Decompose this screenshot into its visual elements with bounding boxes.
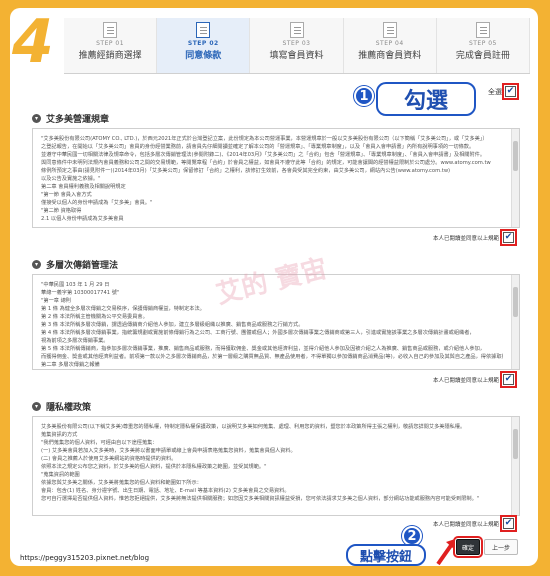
step-number: STEP 02 bbox=[187, 40, 219, 47]
scrollbar[interactable] bbox=[511, 417, 519, 515]
step-1: STEP 01 推薦經銷商選擇 bbox=[64, 18, 158, 73]
document-icon bbox=[196, 22, 211, 38]
agree-label: 本人已閱讀並同意以上規範 bbox=[432, 521, 499, 528]
text-line: 艾多美股份有限公司(以下稱艾多美)尊重您的隱私權，特制定隱私權保護政策，以說明艾… bbox=[41, 424, 466, 430]
section-title-operating-rules[interactable]: ▾ 艾多美營運規章 bbox=[32, 112, 109, 125]
select-all-checkbox[interactable]: ✔ bbox=[502, 83, 519, 100]
scrollbar[interactable] bbox=[511, 275, 519, 369]
text-line: 以及公告及實施之依據。" bbox=[41, 176, 101, 182]
agree-checkbox[interactable]: ✔ bbox=[500, 229, 517, 246]
blog-url: https://peggy315203.pixnet.net/blog bbox=[20, 554, 150, 562]
text-line: 之登記報告，在開始以「艾多美公司」會員的身份經營業務前，請會員先仔細閱讀並確定了… bbox=[41, 144, 475, 150]
text-line: "我們蒐集您的個人資料，可經由自以下途徑蒐集： bbox=[41, 440, 158, 446]
document-icon bbox=[475, 22, 490, 38]
select-all-label: 全選 bbox=[488, 87, 502, 96]
document-icon bbox=[289, 22, 304, 38]
agree-privacy[interactable]: 本人已閱讀並同意以上規範 ✔ bbox=[432, 515, 517, 532]
agree-checkbox[interactable]: ✔ bbox=[500, 371, 517, 388]
text-line: 依據您與艾多美之關係，艾多美將蒐集您的個人資料和範圍如下所示： bbox=[41, 480, 202, 486]
section-title-text: 隱私權政策 bbox=[46, 403, 92, 413]
section-title-mlm-law[interactable]: ▾ 多層次傳銷管理法 bbox=[32, 258, 118, 271]
text-line: 與同意條件中未明列法規內會員義務和公司之間的交易規範，等閱覽章程「合約」於會員之… bbox=[41, 160, 491, 166]
select-all-control[interactable]: 全選 ✔ bbox=[488, 83, 519, 100]
text-line: "第一節 會員入會方式 bbox=[41, 192, 92, 198]
step-number-overlay: 4 bbox=[12, 8, 54, 77]
text-line: 蒐集資訊的方式 bbox=[41, 432, 78, 438]
text-line: 依照本法之規定公布您之資料，於艾多美的個人資料，提供於本隱私權政策之範圍，並受其… bbox=[41, 464, 267, 470]
text-line: "蒐集資訊的範圍 bbox=[41, 472, 80, 478]
privacy-textbox[interactable]: 艾多美股份有限公司(以下稱艾多美)尊重您的隱私權，特制定隱私權保護政策，以說明艾… bbox=[32, 416, 520, 516]
red-arrow-icon bbox=[436, 539, 455, 566]
agree-checkbox[interactable]: ✔ bbox=[500, 515, 517, 532]
text-line: 2.1 以個人身份申請成為艾多美會員 bbox=[41, 216, 124, 222]
chevron-down-icon: ▾ bbox=[32, 114, 41, 123]
annotation-badge-1: 1 bbox=[354, 86, 374, 106]
step-label: 填寫會員資料 bbox=[269, 51, 324, 61]
step-progress-bar: STEP 01 推薦經銷商選擇 STEP 02 同意條款 STEP 03 填寫會… bbox=[64, 18, 531, 74]
section-title-text: 多層次傳銷管理法 bbox=[46, 261, 119, 271]
step-number: STEP 01 bbox=[96, 40, 125, 47]
text-line: "艾多美股份有限公司(ATOMY CO., LTD.)，於西元2021年正式於台… bbox=[41, 136, 488, 142]
page-frame: 4 STEP 01 推薦經銷商選擇 STEP 02 同意條款 STEP 03 填… bbox=[10, 8, 538, 566]
step-label: 完成會員註冊 bbox=[455, 51, 510, 61]
annotation-callout-click: 點擊按鈕 bbox=[346, 544, 426, 566]
section-title-privacy[interactable]: ▾ 隱私權政策 bbox=[32, 400, 91, 413]
step-number: STEP 05 bbox=[468, 40, 497, 47]
text-line: 僅接受以個人的身份申請成為「艾多美」會員。" bbox=[41, 200, 153, 206]
scrollbar[interactable] bbox=[511, 129, 519, 227]
annotation-badge-2: 2 bbox=[402, 526, 422, 546]
text-line: 會員：包含(1) 姓名、身分證字號、出生日期、電話、地址、E-mail 等基本資… bbox=[41, 488, 290, 494]
step-label: 推薦經銷商選擇 bbox=[78, 51, 142, 61]
operating-rules-textbox[interactable]: "艾多美股份有限公司(ATOMY CO., LTD.)，於西元2021年正式於台… bbox=[32, 128, 520, 228]
step-number: STEP 04 bbox=[375, 40, 404, 47]
agree-label: 本人已閱讀並同意以上規範 bbox=[432, 377, 499, 384]
step-label: 同意條款 bbox=[185, 51, 222, 61]
step-5: STEP 05 完成會員註冊 bbox=[436, 18, 531, 73]
chevron-down-icon: ▾ bbox=[32, 260, 41, 269]
text-line: (一) 艾多美會員若加入艾多美時，艾多美將以書面申請單或線上會員申請表格蒐集您資… bbox=[41, 448, 296, 454]
text-line: (二) 會員之推薦人於使用艾多美網站的資格時提供的資料。 bbox=[41, 456, 177, 462]
agree-operating-rules[interactable]: 本人已閱讀並同意以上規範 ✔ bbox=[432, 229, 517, 246]
step-number: STEP 03 bbox=[282, 40, 311, 47]
text-line: 第二章 會員權利義務及相關說明規定 bbox=[41, 184, 126, 190]
section-title-text: 艾多美營運規章 bbox=[46, 115, 110, 125]
text-line: "第二節 資格取得 bbox=[41, 208, 82, 214]
chevron-down-icon: ▾ bbox=[32, 402, 41, 411]
agree-mlm-law[interactable]: 本人已閱讀並同意以上規範 ✔ bbox=[432, 371, 517, 388]
agree-label: 本人已閱讀並同意以上規範 bbox=[432, 235, 499, 242]
step-3: STEP 03 填寫會員資料 bbox=[250, 18, 344, 73]
confirm-button[interactable]: 確定 bbox=[453, 536, 483, 558]
document-icon bbox=[382, 22, 397, 38]
annotation-callout-check: 勾選 bbox=[376, 82, 476, 116]
document-icon bbox=[103, 22, 118, 38]
step-2: STEP 02 同意條款 bbox=[157, 18, 251, 73]
text-line: 您可自行選擇是否提供個人資料，惟若您拒絕提供，艾多美將無法提供相關服務；如您因艾… bbox=[41, 496, 480, 502]
step-4: STEP 04 推薦商會員資料 bbox=[343, 18, 437, 73]
step-label: 推薦商會員資料 bbox=[358, 51, 422, 61]
previous-step-button[interactable]: 上一步 bbox=[484, 539, 518, 555]
text-line: 條例所預定之事由(請見附件一)(2014年03月)「艾多美公司」保留修訂「合約」… bbox=[41, 168, 451, 174]
text-line: 並遵守中華民國一切相關法律及規章命令，包括多層次傳銷管理法(參閱附錄二)、《20… bbox=[41, 152, 486, 158]
